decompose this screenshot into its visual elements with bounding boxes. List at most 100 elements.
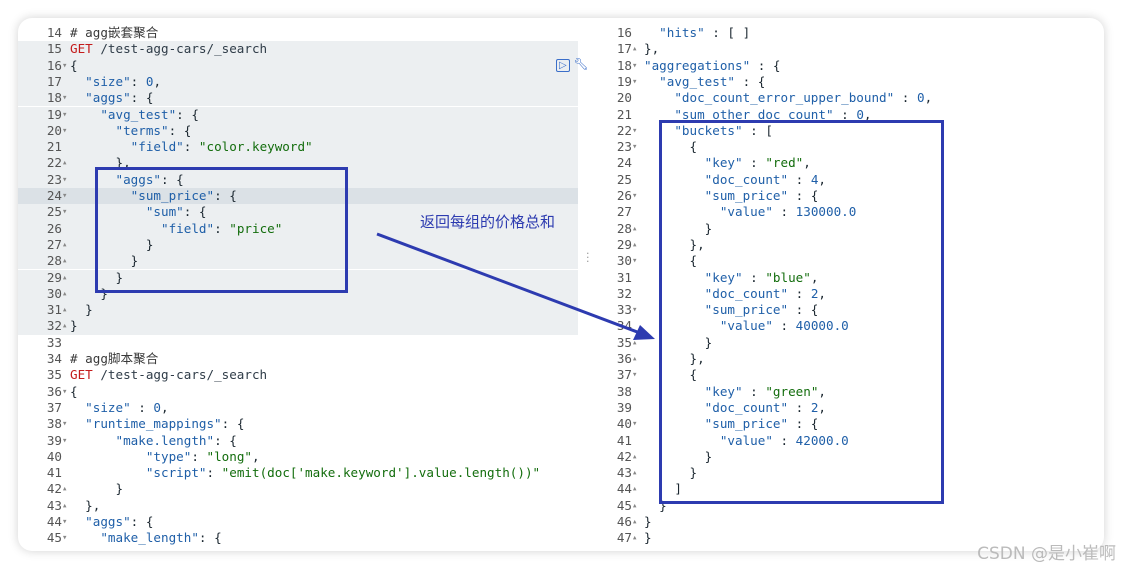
code-token: "color.keyword" <box>198 139 313 155</box>
watermark: CSDN @是小崔啊 <box>977 544 1116 564</box>
line-number: 27 <box>46 236 62 252</box>
code-token: # agg嵌套聚合 <box>70 25 159 40</box>
line-number: 30 <box>616 253 632 269</box>
code-token: "size" <box>70 399 131 415</box>
nested-aggs-highlight-box <box>95 167 348 293</box>
code-text: } <box>70 318 78 334</box>
code-text: }, <box>70 498 100 514</box>
code-line: 45 ▾ "make_length": { <box>18 530 578 546</box>
line-number: 20 <box>46 122 62 138</box>
code-text: } <box>70 481 123 497</box>
fold-toggle-icon[interactable]: ▴ <box>632 41 642 57</box>
code-text: "field": "color.keyword" <box>70 139 313 155</box>
code-line: 20 "doc_count_error_upper_bound" : 0, <box>596 90 1104 106</box>
fold-toggle-icon[interactable]: ▾ <box>632 416 642 432</box>
line-number: 32 <box>46 318 62 334</box>
code-text: GET /test-agg-cars/_search <box>70 367 267 383</box>
code-text: # agg嵌套聚合 <box>70 25 158 41</box>
code-text: "hits" : [ ] <box>644 25 750 41</box>
fold-toggle-icon[interactable]: ▴ <box>632 449 642 465</box>
code-text: "runtime_mappings": { <box>70 416 244 432</box>
line-number: 17 <box>46 73 62 89</box>
code-token: : <box>206 465 222 481</box>
code-line: 16 ▾{ <box>18 57 578 74</box>
fold-toggle-icon[interactable]: ▴ <box>632 481 642 497</box>
line-number: 29 <box>616 236 632 252</box>
code-line: 21 "field": "color.keyword" <box>18 139 578 156</box>
line-number: 15 <box>46 41 62 57</box>
fold-toggle-icon[interactable]: ▴ <box>632 498 642 514</box>
line-number: 25 <box>616 171 632 187</box>
code-text: { <box>70 384 78 400</box>
pane-divider[interactable] <box>578 18 596 551</box>
line-number: 16 <box>616 25 632 40</box>
line-number: 22 <box>616 122 632 138</box>
fold-toggle-icon[interactable]: ▴ <box>632 335 642 351</box>
code-token: # agg脚本聚合 <box>70 351 159 366</box>
fold-toggle-icon[interactable]: ▾ <box>632 123 642 139</box>
fold-toggle-icon[interactable]: ▴ <box>632 351 642 367</box>
code-line: 39 ▾ "make.length": { <box>18 433 578 449</box>
code-line: 32 ▴} <box>18 318 578 335</box>
code-token: }, <box>70 497 101 513</box>
resize-grip-icon[interactable]: · · · <box>586 248 590 267</box>
code-token: "aggs" <box>70 514 131 529</box>
code-token: : { <box>130 514 154 529</box>
line-number: 40 <box>616 416 632 432</box>
line-number: 45 <box>46 530 62 546</box>
code-token: : { <box>735 73 766 89</box>
code-token: "avg_test" <box>70 106 177 122</box>
code-line: 15 GET /test-agg-cars/_search <box>18 41 578 58</box>
wrench-icon[interactable]: 🔧︎ <box>574 57 589 71</box>
code-token: : { <box>221 416 245 432</box>
fold-toggle-icon[interactable]: ▴ <box>632 514 642 530</box>
line-number: 34 <box>46 351 62 366</box>
fold-toggle-icon[interactable]: ▾ <box>632 74 642 90</box>
fold-toggle-icon[interactable]: ▾ <box>632 188 642 204</box>
play-icon[interactable]: ▷ <box>556 59 570 72</box>
line-number: 46 <box>616 514 632 529</box>
code-text: } <box>644 514 652 530</box>
code-token: } <box>70 302 93 318</box>
code-token: { <box>70 57 78 73</box>
code-token: { <box>70 383 78 399</box>
code-token: : <box>130 399 154 415</box>
request-actions: ▷ 🔧︎ <box>556 57 589 72</box>
code-token: "hits" <box>644 25 705 40</box>
line-number: 35 <box>46 367 62 383</box>
fold-toggle-icon[interactable]: ▴ <box>632 465 642 481</box>
code-line: 46 ▴} <box>596 514 1104 530</box>
fold-toggle-icon[interactable]: ▾ <box>632 58 642 74</box>
fold-toggle-icon[interactable]: ▴ <box>632 221 642 237</box>
fold-toggle-icon[interactable]: ▴ <box>632 237 642 253</box>
line-number: 23 <box>46 171 62 187</box>
code-token: , <box>252 448 260 464</box>
code-token: : { <box>176 106 199 122</box>
line-number: 35 <box>616 334 632 350</box>
code-line: 19 ▾ "avg_test": { <box>18 106 578 123</box>
line-number: 36 <box>616 351 632 366</box>
code-text: GET /test-agg-cars/_search <box>70 41 267 57</box>
fold-toggle-icon[interactable]: ▾ <box>632 367 642 383</box>
line-number: 20 <box>616 90 632 106</box>
line-number: 47 <box>616 530 632 546</box>
line-number: 21 <box>46 139 62 155</box>
code-token: "runtime_mappings" <box>70 416 222 432</box>
fold-toggle-icon[interactable]: ▾ <box>632 302 642 318</box>
fold-toggle-icon[interactable]: ▾ <box>632 253 642 269</box>
code-text: }, <box>644 41 659 57</box>
code-token: "field" <box>70 139 184 155</box>
line-number: 19 <box>616 73 632 89</box>
code-token: "terms" <box>70 122 169 138</box>
code-text: "doc_count_error_upper_bound" : 0, <box>644 90 932 106</box>
line-number: 29 <box>46 269 62 285</box>
code-line: 16 "hits" : [ ] <box>596 25 1104 41</box>
fold-toggle-icon[interactable]: ▴ <box>632 530 642 546</box>
code-token: : { <box>130 90 154 106</box>
line-number: 33 <box>616 302 632 318</box>
fold-toggle-icon[interactable]: ▾ <box>632 139 642 155</box>
line-number: 31 <box>616 269 632 285</box>
code-token: "long" <box>206 448 253 464</box>
code-line: 33 <box>18 335 578 351</box>
code-text: "avg_test": { <box>70 107 199 123</box>
